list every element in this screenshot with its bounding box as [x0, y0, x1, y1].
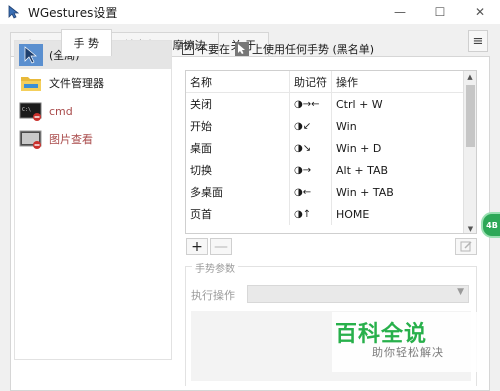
cell-action: HOME [336, 207, 370, 221]
terminal-icon: C:\ [19, 102, 42, 121]
cell-name: 页首 [186, 203, 290, 225]
right-pane: ✓ 不要在 上使用任何手势 (黑名单) [182, 40, 482, 58]
scroll-down-arrow-icon[interactable]: ▼ [464, 223, 476, 233]
table-header: 名称 助记符 操作 [186, 71, 476, 93]
blacklist-text-before: 不要在 [197, 43, 230, 56]
table-row[interactable]: 切换 ◑→ Alt + TAB [186, 159, 476, 181]
cell-name: 多桌面 [186, 181, 290, 203]
app-list[interactable]: (全局) 文件管理器 C:\ cmd 图片查看 [14, 40, 172, 360]
edit-icon [460, 241, 472, 252]
cursor-icon [19, 44, 43, 66]
floating-badge[interactable]: 4B [481, 212, 500, 238]
cell-name: 关闭 [186, 93, 290, 115]
gesture-table[interactable]: 名称 助记符 操作 关闭 ◑→← Ctrl + W 开始 ◑↙ Win 桌面 ◑… [185, 70, 477, 234]
scroll-up-arrow-icon[interactable]: ▲ [464, 71, 476, 83]
table-row[interactable]: 页首 ◑↑ HOME [186, 203, 476, 225]
exec-action-select[interactable]: ▼ [247, 285, 469, 303]
app-item-image-viewer[interactable]: 图片查看 [15, 125, 171, 153]
app-icon [8, 5, 20, 19]
cell-action: Ctrl + W [336, 97, 383, 111]
add-gesture-button[interactable]: + [186, 238, 208, 255]
table-buttons: + — [186, 238, 234, 255]
title-bar: WGestures设置 — ☐ ✕ [0, 0, 500, 24]
cell-action: Alt + TAB [336, 163, 389, 177]
exec-label: 执行操作 [191, 289, 235, 302]
cell-name: 桌面 [186, 137, 290, 159]
chevron-down-icon: ▼ [457, 287, 464, 297]
vertical-scrollbar[interactable]: ▲ ▼ [463, 71, 476, 233]
blacklist-row: ✓ 不要在 上使用任何手势 (黑名单) [182, 40, 482, 58]
header-action[interactable]: 操作 [332, 71, 476, 92]
table-row[interactable]: 桌面 ◑↘ Win + D [186, 137, 476, 159]
cell-gesture: ◑↙ [290, 115, 332, 137]
app-item-label: 文件管理器 [49, 77, 104, 90]
header-mnemonic[interactable]: 助记符 [290, 71, 332, 92]
cell-action: Win [336, 119, 357, 133]
cell-gesture: ◑↑ [290, 203, 332, 225]
watermark-tagline: 助你轻松解决 [372, 346, 444, 359]
cell-action: Win + D [336, 141, 382, 155]
remove-gesture-button[interactable]: — [210, 238, 232, 255]
maximize-button[interactable]: ☐ [420, 0, 460, 24]
app-item-file-manager[interactable]: 文件管理器 [15, 69, 171, 97]
cell-gesture: ◑↘ [290, 137, 332, 159]
window-title: WGestures设置 [28, 5, 118, 20]
app-item-label: 图片查看 [49, 133, 93, 146]
cursor-icon [235, 42, 249, 56]
cell-name: 切换 [186, 159, 290, 181]
group-title: 手势参数 [192, 260, 238, 275]
app-item-label: cmd [49, 104, 73, 118]
table-row[interactable]: 关闭 ◑→← Ctrl + W [186, 93, 476, 115]
minimize-button[interactable]: — [380, 0, 420, 24]
folder-icon [21, 77, 41, 91]
cell-action: Win + TAB [336, 185, 394, 199]
app-item-cmd[interactable]: C:\ cmd [15, 97, 171, 125]
scroll-thumb[interactable] [466, 85, 475, 147]
table-row[interactable]: 多桌面 ◑← Win + TAB [186, 181, 476, 203]
blacklist-text-after: 上使用任何手势 (黑名单) [252, 43, 375, 56]
cell-gesture: ◑← [290, 181, 332, 203]
image-viewer-icon [19, 130, 42, 149]
table-row[interactable]: 开始 ◑↙ Win [186, 115, 476, 137]
blacklist-checkbox[interactable]: ✓ [182, 43, 194, 55]
tab-gestures[interactable]: 手 势 [60, 29, 112, 56]
header-name[interactable]: 名称 [186, 71, 290, 92]
close-button[interactable]: ✕ [460, 0, 500, 24]
svg-text:C:\: C:\ [22, 107, 31, 113]
cell-name: 开始 [186, 115, 290, 137]
edit-gesture-button[interactable] [455, 238, 477, 255]
cell-gesture: ◑→ [290, 159, 332, 181]
cell-gesture: ◑→← [290, 93, 332, 115]
